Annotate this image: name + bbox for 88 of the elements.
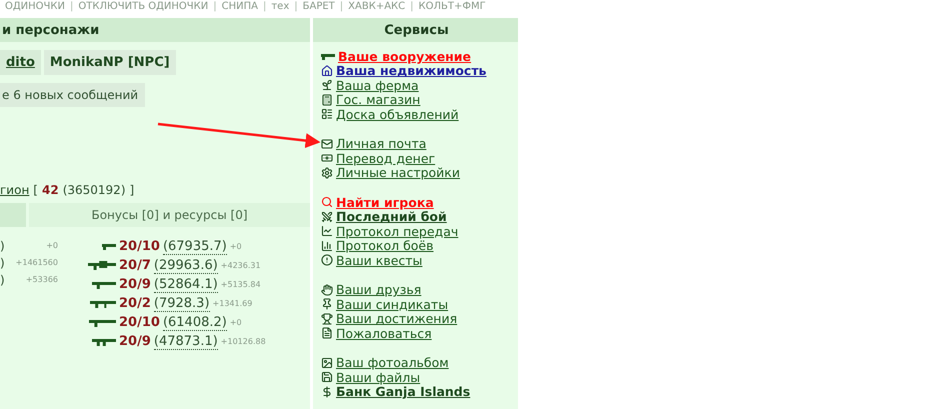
stat-delta: +1461560 [16, 258, 58, 267]
bar-chart-icon [321, 240, 333, 252]
character-button[interactable]: MonikaNP [NPC] [44, 50, 176, 75]
service-link[interactable]: Пожаловаться [321, 326, 518, 340]
document-icon [321, 327, 333, 340]
floppy-icon [321, 371, 333, 384]
stat-delta: +0 [46, 241, 58, 250]
syndicate-link[interactable]: гион [0, 183, 30, 197]
gun-icon [321, 52, 335, 61]
messages-notice[interactable]: е 6 новых сообщений [0, 83, 146, 107]
search-icon [321, 196, 333, 208]
header-cell: Бонусы [0] и ресурсы [0] [29, 203, 310, 227]
weapon-delta: +10126.88 [220, 337, 266, 346]
weapon-points: (47873.1) [154, 334, 218, 350]
separator: | [294, 0, 298, 14]
separator: | [213, 0, 217, 14]
stat-delta: +53366 [26, 275, 58, 284]
separator: | [70, 0, 74, 14]
separator: | [262, 0, 266, 14]
service-link[interactable]: Банк Ganja Islands [321, 384, 518, 399]
weapon-skill: 20/10 [119, 239, 160, 254]
weapon-points: (67935.7) [162, 238, 227, 254]
panel-title: Сервисы [384, 22, 449, 38]
weapon-delta: +1341.69 [212, 299, 252, 308]
stat-value: ) [0, 238, 5, 252]
service-link[interactable]: Доска объявлений [321, 107, 518, 122]
separator: | [340, 0, 344, 14]
stat-value: ) [0, 272, 5, 286]
list-icon [321, 108, 333, 120]
character-button[interactable]: dito [0, 50, 41, 75]
sprout-icon [321, 79, 333, 92]
gun-icon [90, 299, 116, 308]
gun-icon [92, 280, 116, 289]
gun-icon [92, 337, 116, 346]
bracket: [ [33, 183, 38, 197]
swords-icon [321, 210, 333, 223]
service-link[interactable]: Ваш фотоальбом [321, 356, 518, 370]
weapon-skill: 20/10 [119, 315, 160, 330]
service-link[interactable]: Найти игрока [321, 195, 518, 210]
stat-value: ) [0, 256, 5, 270]
hand-icon [321, 284, 333, 296]
service-link[interactable]: Ваша ферма [321, 78, 518, 92]
bracket: ] [130, 183, 134, 197]
service-link[interactable]: Ваши синдикаты [321, 297, 518, 312]
service-link[interactable]: Последний бой [321, 210, 518, 224]
mail-icon [321, 138, 333, 150]
trophy-icon [321, 312, 333, 325]
weapon-skill: 20/9 [119, 277, 151, 292]
weapon-skill: 20/9 [119, 334, 151, 349]
service-link[interactable]: Гос. магазин [321, 92, 518, 107]
weapon-delta: +4236.31 [220, 261, 261, 270]
service-link[interactable]: Ваши квесты [321, 253, 518, 268]
service-link[interactable]: Ваши друзья [321, 282, 518, 297]
syndicate-level: 42 [42, 183, 59, 197]
service-link[interactable]: Протокол боёв [321, 238, 518, 253]
settings-icon [321, 166, 333, 179]
weapon-points: (29963.6) [154, 258, 218, 274]
separator: | [410, 0, 414, 14]
syndicate-points: (3650192) [62, 183, 126, 197]
service-link[interactable]: Ваши достижения [321, 312, 518, 326]
house-icon [321, 64, 333, 77]
panel-title: и персонажи [2, 22, 100, 38]
chart-icon [321, 225, 333, 238]
service-link[interactable]: Ваше вооружение [321, 49, 518, 64]
service-link[interactable]: Ваша недвижимость [321, 64, 518, 78]
weapon-delta: +0 [230, 242, 242, 251]
calculator-icon [321, 94, 333, 106]
service-link[interactable]: Ваши файлы [321, 370, 518, 384]
banknote-icon [321, 152, 333, 164]
pin-icon [321, 298, 333, 310]
weapon-delta: +0 [230, 318, 242, 327]
gun-icon [88, 261, 116, 270]
gun-icon [102, 242, 116, 251]
service-link[interactable]: Личные настройки [321, 166, 518, 180]
service-link[interactable]: Перевод денег [321, 151, 518, 166]
dollar-icon [321, 386, 333, 398]
service-link[interactable]: Личная почта [321, 136, 518, 151]
image-icon [321, 356, 333, 369]
weapon-delta: +5135.84 [220, 280, 261, 289]
alert-icon [321, 254, 333, 266]
service-link[interactable]: Протокол передач [321, 224, 518, 238]
weapon-skill: 20/7 [119, 258, 151, 273]
weapon-points: (61408.2) [162, 314, 227, 330]
weapon-skill: 20/2 [119, 296, 151, 311]
weapon-points: (52864.1) [154, 276, 218, 292]
gun-icon [89, 318, 116, 327]
header-cell [0, 203, 26, 227]
weapon-points: (7928.3) [154, 296, 210, 312]
